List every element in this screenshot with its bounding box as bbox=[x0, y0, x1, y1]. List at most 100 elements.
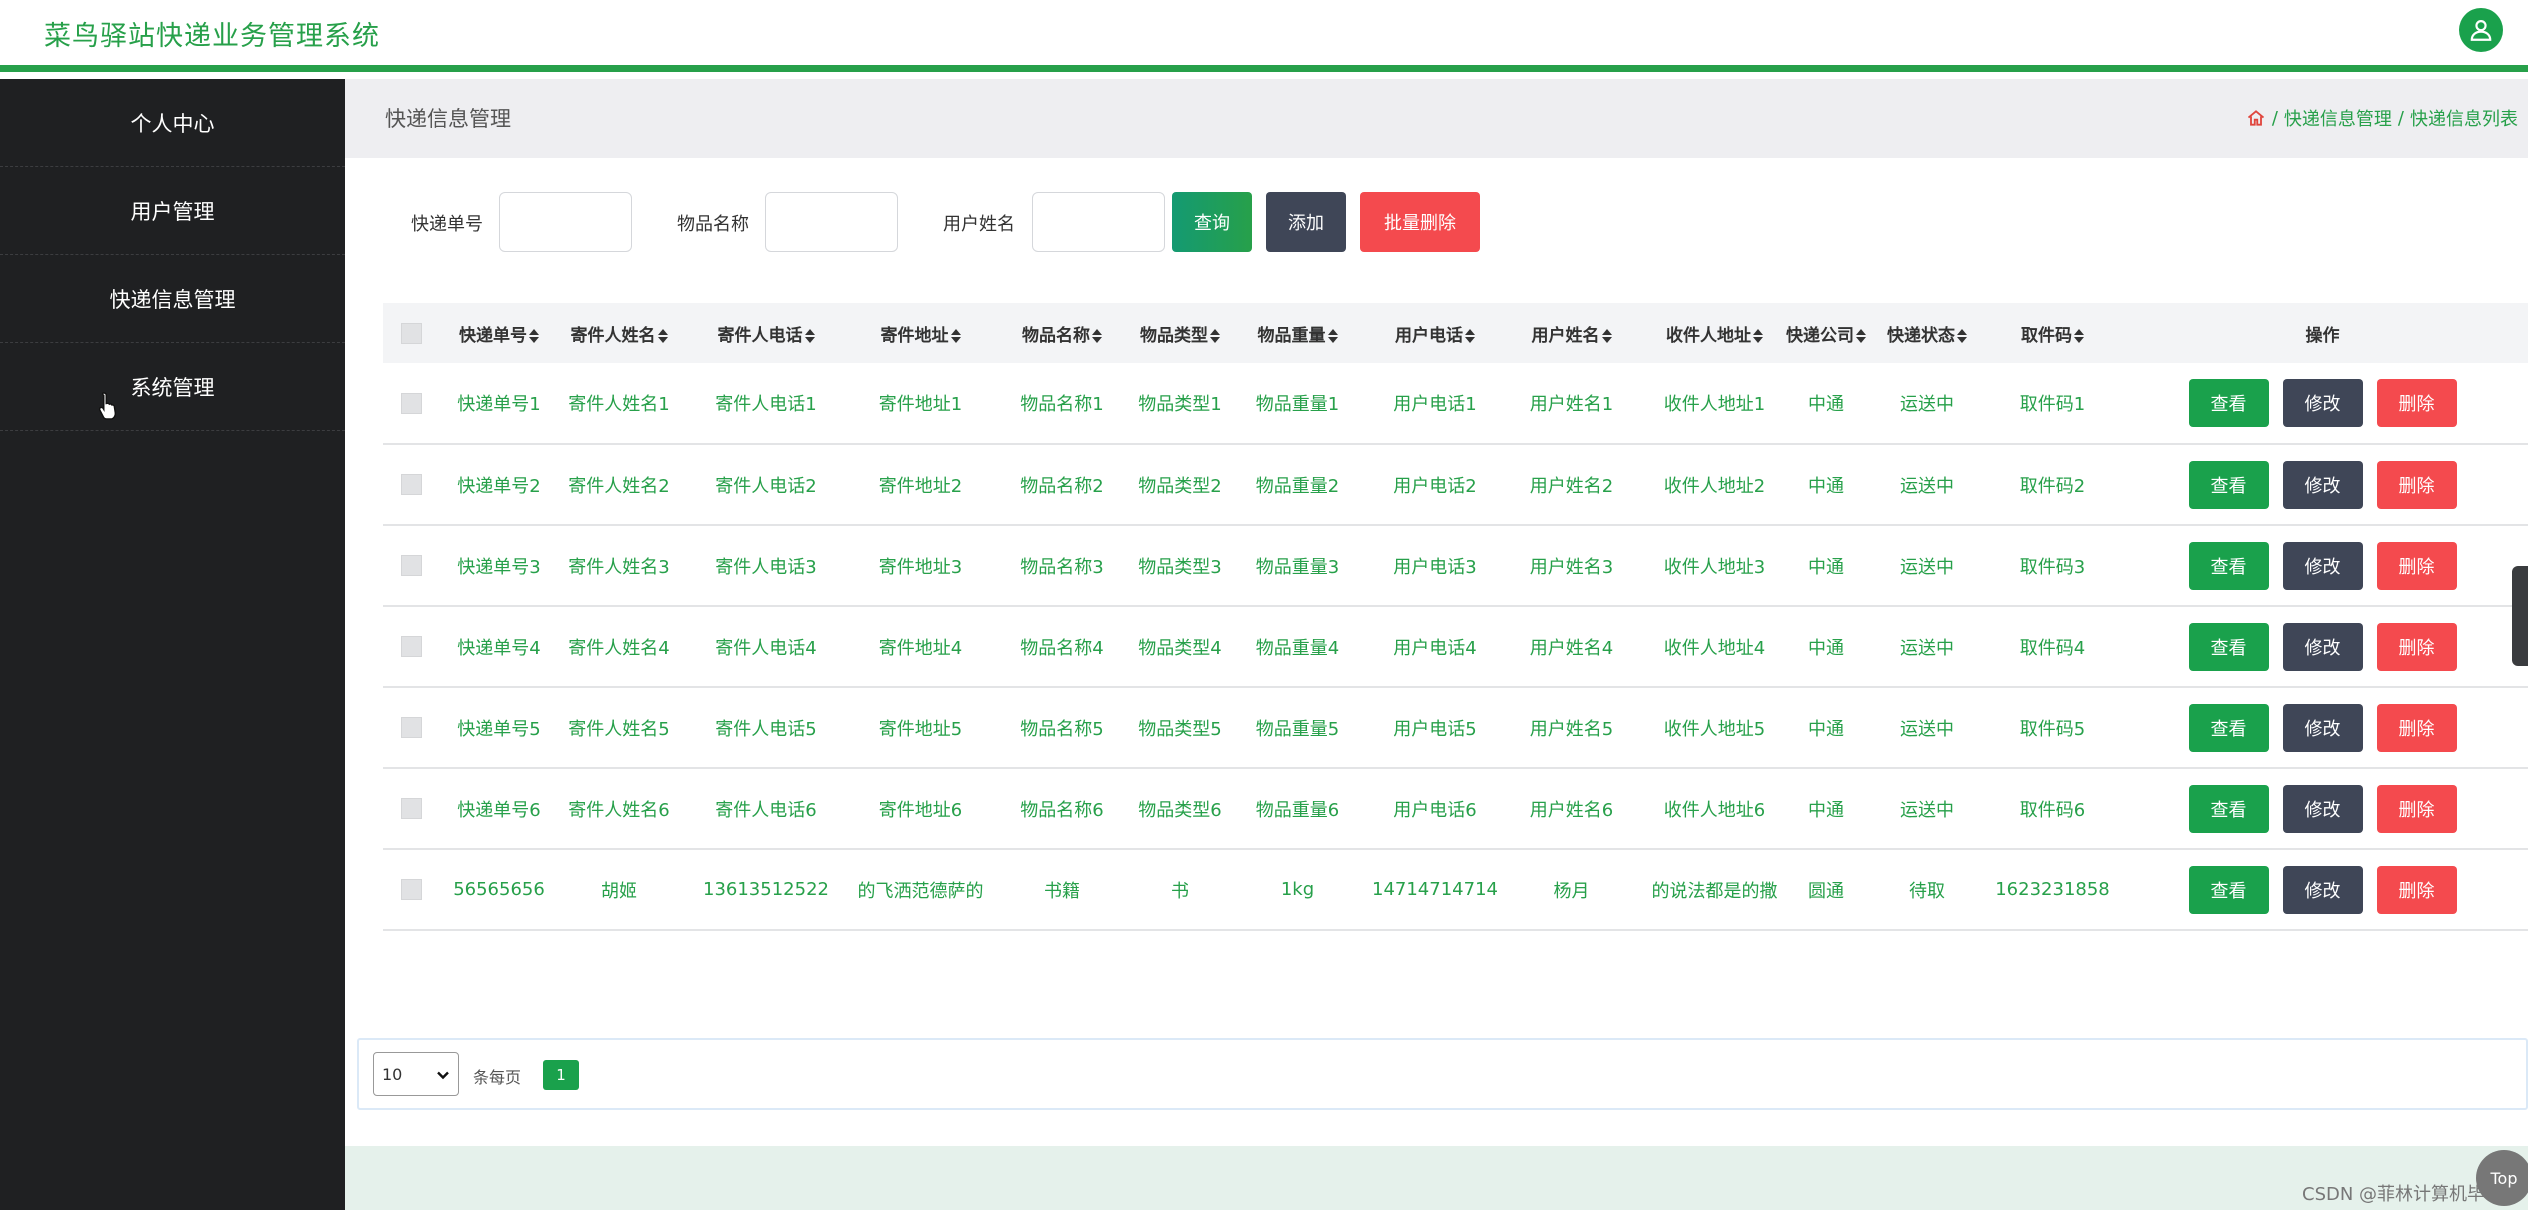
column-header[interactable]: 物品重量 bbox=[1225, 303, 1370, 363]
query-button[interactable]: 查询 bbox=[1172, 192, 1252, 252]
home-icon[interactable] bbox=[2246, 108, 2266, 128]
table-cell: 寄件人姓名1 bbox=[568, 394, 670, 415]
delete-button[interactable]: 删除 bbox=[2376, 460, 2457, 509]
user-avatar-button[interactable] bbox=[2459, 8, 2503, 52]
table-cell: 寄件人电话6 bbox=[715, 799, 817, 821]
user-icon bbox=[2470, 20, 2492, 41]
edit-button[interactable]: 修改 bbox=[2282, 784, 2363, 833]
sidebar-item-users[interactable]: 用户管理 bbox=[0, 167, 345, 255]
column-header[interactable]: 快递状态 bbox=[1866, 303, 1988, 363]
table-cell: 寄件人电话5 bbox=[715, 718, 817, 740]
content-panel: 快递单号 物品名称 用户姓名 查询 添加 批量删除 快递单号 寄件人姓名 寄件人… bbox=[345, 158, 2528, 1146]
row-checkbox[interactable] bbox=[401, 555, 422, 577]
table-cell: 用户姓名2 bbox=[1529, 475, 1614, 497]
table-cell: 收件人地址2 bbox=[1663, 475, 1766, 497]
breadcrumb-level1[interactable]: 快递信息管理 bbox=[2284, 105, 2392, 131]
view-button[interactable]: 查看 bbox=[2188, 460, 2269, 509]
table-cell: 寄件人姓名3 bbox=[568, 556, 670, 578]
column-header[interactable]: 收件人地址 bbox=[1643, 303, 1786, 363]
view-button[interactable]: 查看 bbox=[2188, 865, 2269, 914]
table-cell: 物品名称6 bbox=[1020, 799, 1104, 821]
column-header[interactable]: 快递单号 bbox=[440, 303, 558, 363]
view-button[interactable]: 查看 bbox=[2188, 379, 2269, 427]
table-cell: 物品名称5 bbox=[1020, 718, 1104, 740]
page-size-value: 10 bbox=[382, 1064, 403, 1084]
delete-button[interactable]: 删除 bbox=[2376, 622, 2457, 671]
sidebar-item-profile[interactable]: 个人中心 bbox=[0, 79, 345, 167]
actions-header: 操作 bbox=[2305, 325, 2340, 346]
view-button[interactable]: 查看 bbox=[2188, 622, 2269, 671]
tracking-number-label: 快递单号 bbox=[411, 214, 483, 235]
tracking-number-input[interactable] bbox=[499, 192, 632, 252]
sort-icon bbox=[1856, 328, 1866, 343]
column-header[interactable]: 取件码 bbox=[1988, 303, 2117, 363]
delete-button[interactable]: 删除 bbox=[2376, 379, 2457, 427]
user-name-input[interactable] bbox=[1032, 192, 1165, 252]
row-checkbox[interactable] bbox=[401, 392, 422, 414]
table-row: 快递单号6 寄件人姓名6 寄件人电话6 寄件地址6 物品名称6 物品类型6 物品重量6 用户电… bbox=[383, 768, 2528, 849]
table-cell: 寄件地址5 bbox=[878, 718, 963, 740]
sidebar-item-system[interactable]: 系统管理 bbox=[0, 343, 345, 431]
column-header[interactable]: 物品类型 bbox=[1135, 303, 1225, 363]
table-cell: 物品类型5 bbox=[1138, 718, 1222, 740]
table-cell: 取件码3 bbox=[2019, 556, 2086, 578]
sidebar-item-label: 用户管理 bbox=[130, 199, 215, 224]
column-header[interactable]: 快递公司 bbox=[1786, 303, 1866, 363]
column-header[interactable]: 寄件地址 bbox=[852, 303, 989, 363]
breadcrumb: / 快递信息管理 / 快递信息列表 bbox=[2246, 105, 2518, 131]
edit-button[interactable]: 修改 bbox=[2282, 379, 2363, 427]
row-checkbox[interactable] bbox=[401, 798, 422, 820]
edit-button[interactable]: 修改 bbox=[2282, 460, 2363, 509]
column-header[interactable]: 物品名称 bbox=[989, 303, 1135, 363]
column-header[interactable]: 用户姓名 bbox=[1500, 303, 1643, 363]
delete-button[interactable]: 删除 bbox=[2376, 703, 2457, 752]
page-size-select[interactable]: 10 bbox=[373, 1052, 459, 1096]
table-cell: 寄件人姓名5 bbox=[568, 718, 670, 740]
table-cell: 物品类型6 bbox=[1138, 799, 1222, 821]
view-button[interactable]: 查看 bbox=[2188, 541, 2269, 590]
main-area: 快递信息管理 / 快递信息管理 / 快递信息列表 快递单号 物品名称 用户姓名 … bbox=[345, 79, 2528, 1210]
side-scroll-tab[interactable] bbox=[2512, 566, 2528, 666]
table-cell: 1kg bbox=[1280, 879, 1315, 900]
batch-delete-button[interactable]: 批量删除 bbox=[1360, 192, 1480, 252]
select-all-checkbox[interactable] bbox=[401, 322, 422, 344]
delete-button[interactable]: 删除 bbox=[2376, 784, 2457, 833]
chevron-down-icon bbox=[437, 1071, 449, 1080]
back-to-top-button[interactable]: Top bbox=[2476, 1150, 2528, 1206]
row-actions: 查看 修改 删除 bbox=[2188, 865, 2457, 914]
add-button[interactable]: 添加 bbox=[1266, 192, 1346, 252]
table-cell: 收件人地址1 bbox=[1663, 394, 1766, 415]
view-button[interactable]: 查看 bbox=[2188, 784, 2269, 833]
table-cell: 胡姬 bbox=[601, 880, 637, 902]
table-cell: 快递单号3 bbox=[457, 556, 541, 578]
row-checkbox[interactable] bbox=[401, 717, 422, 739]
row-checkbox[interactable] bbox=[401, 636, 422, 658]
row-checkbox[interactable] bbox=[401, 474, 422, 496]
item-name-input[interactable] bbox=[765, 192, 898, 252]
edit-button[interactable]: 修改 bbox=[2282, 541, 2363, 590]
delete-button[interactable]: 删除 bbox=[2376, 865, 2457, 914]
sort-icon bbox=[657, 328, 668, 343]
page-number-current[interactable]: 1 bbox=[543, 1060, 579, 1090]
edit-button[interactable]: 修改 bbox=[2282, 622, 2363, 671]
sidebar-item-label: 系统管理 bbox=[130, 375, 215, 400]
table-cell: 中通 bbox=[1808, 475, 1844, 497]
column-header[interactable]: 寄件人姓名 bbox=[558, 303, 680, 363]
table-cell: 用户电话5 bbox=[1393, 718, 1477, 740]
column-header[interactable]: 用户电话 bbox=[1370, 303, 1500, 363]
sort-icon bbox=[1092, 328, 1102, 343]
sidebar-item-express[interactable]: 快递信息管理 bbox=[0, 255, 345, 343]
table-cell: 物品重量3 bbox=[1255, 556, 1340, 578]
edit-button[interactable]: 修改 bbox=[2282, 703, 2363, 752]
table-cell: 待取 bbox=[1909, 880, 1945, 902]
table-cell: 寄件地址4 bbox=[878, 637, 963, 659]
table-cell: 中通 bbox=[1808, 556, 1844, 578]
table-cell: 用户姓名3 bbox=[1529, 556, 1614, 578]
edit-button[interactable]: 修改 bbox=[2282, 865, 2363, 914]
sort-icon bbox=[1210, 328, 1220, 343]
delete-button[interactable]: 删除 bbox=[2376, 541, 2457, 590]
sort-icon bbox=[1327, 328, 1338, 343]
column-header[interactable]: 寄件人电话 bbox=[680, 303, 852, 363]
row-checkbox[interactable] bbox=[401, 879, 422, 901]
view-button[interactable]: 查看 bbox=[2188, 703, 2269, 752]
